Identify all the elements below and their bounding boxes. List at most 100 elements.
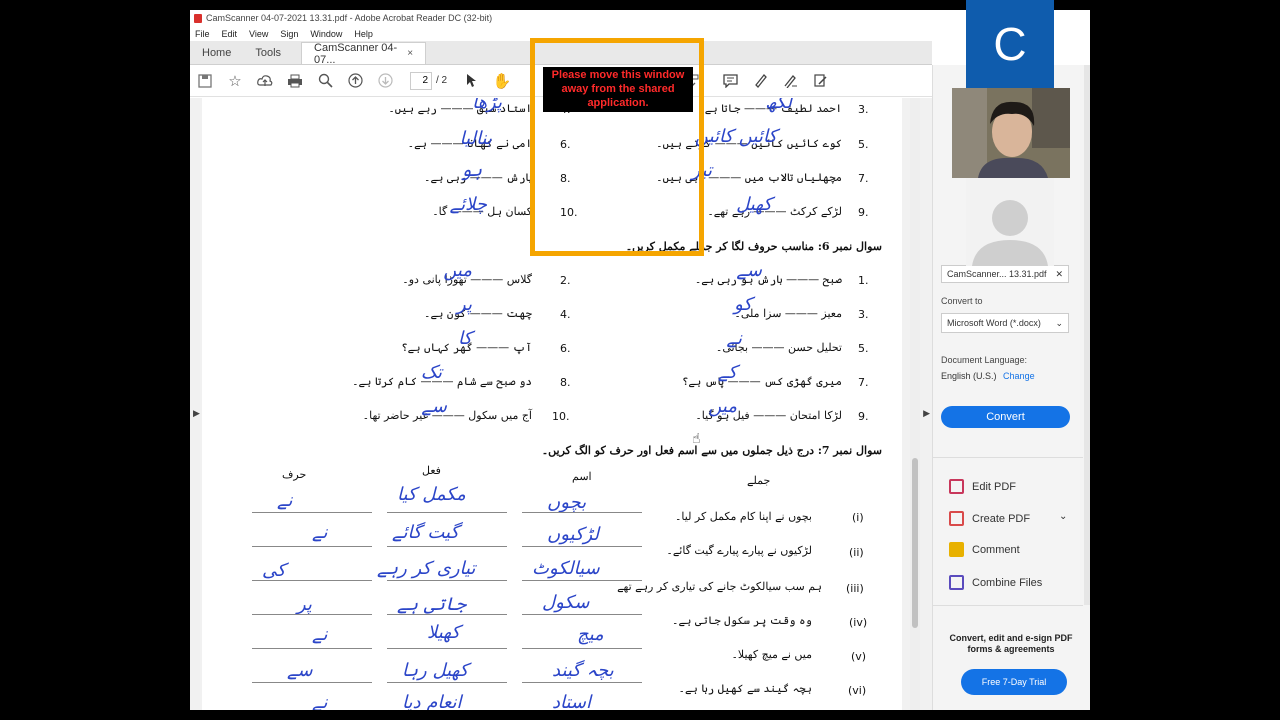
menu-sign[interactable]: Sign bbox=[280, 29, 298, 39]
line-number: 7. bbox=[858, 376, 869, 389]
collapse-right-panel-icon[interactable]: ▶ bbox=[923, 408, 930, 419]
remove-file-icon[interactable]: ✕ bbox=[1055, 269, 1063, 280]
answer-line bbox=[387, 648, 507, 649]
participant-initial: C bbox=[993, 18, 1027, 70]
line-number: 9. bbox=[858, 206, 869, 219]
q7-sentence: وہ وقت پر سکول جاتی ہے۔ bbox=[672, 614, 812, 627]
bookmark-star-icon[interactable]: ☆ bbox=[220, 66, 250, 96]
tool-label: Create PDF bbox=[972, 512, 1031, 525]
q7-sentence: لڑکیوں نے پیارے پیارے گیت گائے۔ bbox=[666, 544, 812, 557]
handwritten-answer: کو bbox=[734, 294, 752, 315]
column-header-fel: فعل bbox=[422, 464, 441, 477]
avatar-placeholder-icon bbox=[966, 178, 1054, 266]
answer-line bbox=[522, 512, 642, 513]
row-number: (iii) bbox=[846, 582, 864, 595]
hand-tool-icon[interactable]: ✋ bbox=[487, 66, 517, 96]
convert-button[interactable]: Convert bbox=[941, 406, 1070, 428]
panel-divider bbox=[933, 605, 1083, 606]
participant-video bbox=[952, 88, 1070, 178]
handwritten-harf: نے bbox=[312, 692, 328, 710]
draw-sign-icon[interactable] bbox=[775, 66, 805, 96]
expand-left-panel-icon[interactable]: ▶ bbox=[193, 408, 200, 419]
menu-window[interactable]: Window bbox=[310, 29, 342, 39]
handwritten-harf: کی bbox=[262, 560, 286, 581]
handwritten-ism: بچہ گیند bbox=[552, 660, 614, 681]
document-language-value: English (U.S.) bbox=[941, 371, 997, 381]
create-pdf-icon bbox=[949, 511, 964, 526]
next-page-icon[interactable] bbox=[370, 66, 400, 96]
handwritten-ism: استاد bbox=[552, 692, 592, 710]
tool-comment[interactable]: Comment bbox=[949, 542, 1020, 557]
exercise-line: میری گھڑی کس ——— پاس ہے؟ bbox=[681, 375, 842, 388]
answer-line bbox=[387, 682, 507, 683]
convert-format-select[interactable]: Microsoft Word (*.docx) ⌄ bbox=[941, 313, 1069, 333]
handwritten-ism: سکول bbox=[542, 592, 590, 613]
edit-pdf-icon bbox=[949, 479, 964, 494]
print-icon[interactable] bbox=[280, 66, 310, 96]
line-number: 4. bbox=[560, 308, 571, 321]
handwritten-answer: کھیل bbox=[736, 194, 772, 215]
handwritten-answer: ہو bbox=[460, 160, 482, 181]
document-scrollbar[interactable] bbox=[910, 98, 920, 710]
tool-combine-files[interactable]: Combine Files bbox=[949, 575, 1042, 590]
handwritten-fel: مکمل کیا bbox=[397, 484, 466, 505]
comment-icon[interactable] bbox=[715, 66, 745, 96]
handwritten-answer: سے bbox=[421, 396, 447, 417]
handwritten-answer: چلائے bbox=[449, 194, 487, 215]
menu-edit[interactable]: Edit bbox=[222, 29, 238, 39]
handwritten-fel: کھیلا bbox=[427, 622, 461, 643]
change-language-link[interactable]: Change bbox=[1003, 371, 1035, 381]
handwritten-fel: تیاری کر رہے bbox=[377, 558, 476, 579]
free-trial-button[interactable]: Free 7-Day Trial bbox=[961, 669, 1067, 695]
menu-file[interactable]: File bbox=[195, 29, 210, 39]
handwritten-answer: میں bbox=[708, 396, 737, 417]
q7-sentence: بچہ گیند سے کھیل رہا ہے۔ bbox=[678, 682, 813, 695]
tool-edit-pdf[interactable]: Edit PDF bbox=[949, 479, 1016, 494]
tab-document[interactable]: CamScanner 04-07... × bbox=[301, 42, 427, 66]
select-cursor-icon[interactable] bbox=[457, 66, 487, 96]
handwritten-answer: کا bbox=[457, 328, 472, 349]
pdf-app-icon bbox=[194, 13, 202, 23]
answer-line bbox=[522, 614, 642, 615]
highlight-pen-icon[interactable] bbox=[745, 66, 775, 96]
participant-camera-tile bbox=[952, 88, 1070, 178]
tool-label: Comment bbox=[972, 543, 1020, 556]
tool-create-pdf[interactable]: Create PDF bbox=[949, 511, 1030, 526]
shared-area-border: Please move this window away from the sh… bbox=[530, 38, 704, 256]
handwritten-answer: لکھ bbox=[765, 98, 792, 113]
convert-to-label: Convert to bbox=[941, 296, 983, 306]
handwritten-fel: گیت گائے bbox=[392, 522, 460, 543]
save-icon[interactable] bbox=[190, 66, 220, 96]
menu-view[interactable]: View bbox=[249, 29, 268, 39]
tool-label: Combine Files bbox=[972, 576, 1043, 589]
line-number: 3. bbox=[858, 308, 869, 321]
handwritten-answer: تک bbox=[420, 362, 442, 383]
handwritten-answer: نے bbox=[726, 328, 742, 349]
menu-help[interactable]: Help bbox=[354, 29, 373, 39]
fill-sign-icon[interactable] bbox=[805, 66, 835, 96]
tab-tools[interactable]: Tools bbox=[243, 42, 293, 64]
answer-line bbox=[252, 546, 372, 547]
page-navigator: / 2 bbox=[410, 71, 447, 90]
answer-line bbox=[522, 546, 642, 547]
answer-line bbox=[252, 682, 372, 683]
tab-home[interactable]: Home bbox=[190, 42, 243, 64]
share-warning-text: Please move this window away from the sh… bbox=[543, 67, 693, 113]
scrollbar-thumb[interactable] bbox=[912, 458, 918, 628]
upload-icon[interactable] bbox=[250, 66, 280, 96]
panel-scrollbar[interactable] bbox=[1084, 65, 1090, 605]
handwritten-fel: کھیل رہا bbox=[402, 660, 469, 681]
chevron-down-icon: ⌄ bbox=[1055, 317, 1063, 328]
column-header-harf: حرف bbox=[282, 468, 307, 481]
line-number: 7. bbox=[858, 172, 869, 185]
previous-page-icon[interactable] bbox=[340, 66, 370, 96]
q7-sentence: بچوں نے اپنا کام مکمل کر لیا۔ bbox=[674, 510, 812, 523]
handwritten-ism: سیالکوٹ bbox=[532, 558, 600, 579]
page-number-input[interactable] bbox=[410, 71, 432, 90]
exercise-line: دو صبح سے شام ——— کام کرتا ہے۔ bbox=[352, 375, 532, 388]
convert-format-value: Microsoft Word (*.docx) bbox=[947, 318, 1041, 328]
zoom-search-icon[interactable] bbox=[310, 66, 340, 96]
chevron-down-icon[interactable]: ⌄ bbox=[1059, 511, 1067, 522]
panel-divider bbox=[933, 457, 1083, 458]
close-tab-icon[interactable]: × bbox=[407, 48, 413, 59]
